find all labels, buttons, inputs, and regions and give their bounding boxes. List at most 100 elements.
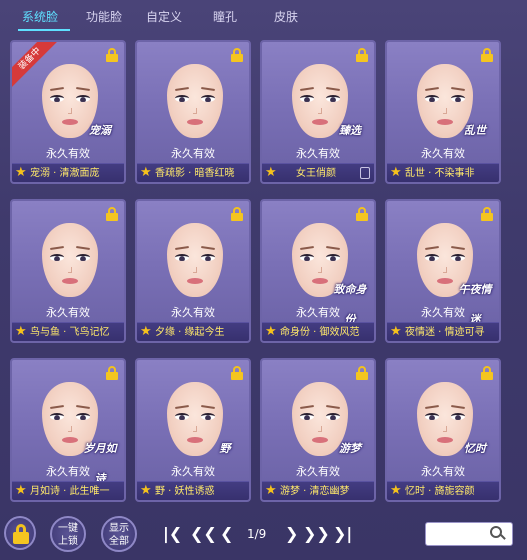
validity-label: 永久有效 [46, 465, 90, 478]
star-icon: ★ [140, 165, 152, 180]
name-bar: ★ 香疏影 · 暗香红晓 [137, 163, 249, 182]
validity-label: 永久有效 [46, 306, 90, 319]
face-card[interactable]: 午夜情迷 永久有效 ★ 夜情迷 · 情迹可寻 [385, 199, 501, 343]
face-card[interactable]: 永久有效 ★ 夕缘 · 缘起今生 [135, 199, 251, 343]
name-bar: ★ 忆时 · 旖旎容颜 [387, 481, 499, 500]
star-icon: ★ [140, 324, 152, 339]
star-icon: ★ [265, 324, 277, 339]
face-name: 女王俏颜 [296, 168, 336, 179]
star-icon: ★ [140, 483, 152, 498]
star-icon: ★ [390, 324, 402, 339]
small-lock-icon[interactable] [360, 167, 370, 179]
face-name: 夕缘 · 缘起今生 [155, 327, 225, 338]
face-card[interactable]: 忆时 永久有效 ★ 忆时 · 旖旎容颜 [385, 358, 501, 502]
one-click-lock-button[interactable]: 一键 上锁 [50, 516, 86, 552]
face-badge: 游梦 [339, 442, 361, 455]
face-badge [80, 275, 120, 305]
face-name: 月如诗 · 此生唯一 [30, 486, 110, 497]
face-badge: 野 [219, 442, 231, 455]
face-card[interactable]: 装备中 宠溺 永久有效 ★ 宠溺 · 清澈面庞 [10, 40, 126, 184]
star-icon: ★ [390, 483, 402, 498]
face-card[interactable]: 岁月如诗 永久有效 ★ 月如诗 · 此生唯一 [10, 358, 126, 502]
search-input[interactable] [425, 522, 513, 546]
star-icon: ★ [15, 165, 27, 180]
star-icon: ★ [15, 324, 27, 339]
face-badge: 午夜情迷 [458, 283, 492, 326]
star-icon: ★ [265, 165, 277, 180]
page-indicator: 1/9 [247, 527, 267, 541]
next-fast-icon[interactable]: ❯❯ [303, 525, 330, 543]
face-badge: 乱世 [464, 124, 486, 137]
face-card[interactable]: 野 永久有效 ★ 野 · 妖性诱惑 [135, 358, 251, 502]
face-name: 忆时 · 旖旎容颜 [405, 486, 475, 497]
face-name: 乱世 · 不染事非 [405, 168, 475, 179]
face-badge: 致命身份 [333, 283, 367, 326]
face-name: 游梦 · 清恋幽梦 [280, 486, 350, 497]
name-bar: ★ 乱世 · 不染事非 [387, 163, 499, 182]
face-card[interactable]: 游梦 永久有效 ★ 游梦 · 清恋幽梦 [260, 358, 376, 502]
lock-icon [106, 48, 118, 62]
name-bar: ★ 命身份 · 御效风范 [262, 322, 374, 341]
validity-label: 永久有效 [421, 147, 465, 160]
validity-label: 永久有效 [171, 147, 215, 160]
face-name: 香疏影 · 暗香红晓 [155, 168, 235, 179]
tab-system-face[interactable]: 系统脸 [22, 8, 58, 26]
face-name: 宠溺 · 清澈面庞 [30, 168, 100, 179]
name-bar: ★ 夜情迷 · 情迹可寻 [387, 322, 499, 341]
last-page-icon[interactable]: ❯| [333, 525, 352, 543]
lock-icon [231, 366, 243, 380]
name-bar: ★ 女王俏颜 [262, 163, 374, 182]
search-icon[interactable] [490, 526, 506, 542]
lock-icon [356, 207, 368, 221]
lock-icon [481, 207, 493, 221]
name-bar: ★ 月如诗 · 此生唯一 [12, 481, 124, 500]
name-bar: ★ 宠溺 · 清澈面庞 [12, 163, 124, 182]
face-card[interactable]: 致命身份 永久有效 ★ 命身份 · 御效风范 [260, 199, 376, 343]
tab-function-face[interactable]: 功能脸 [86, 8, 122, 26]
validity-label: 永久有效 [421, 306, 465, 319]
face-badge: 臻选 [339, 124, 361, 137]
lock-icon [481, 48, 493, 62]
validity-label: 永久有效 [296, 147, 340, 160]
lock-icon [106, 366, 118, 380]
lock-icon [231, 207, 243, 221]
first-page-icon[interactable]: |❮ [163, 525, 182, 543]
star-icon: ★ [265, 483, 277, 498]
lock-toggle-button[interactable] [4, 516, 36, 550]
tab-skin[interactable]: 皮肤 [274, 8, 298, 26]
tab-bar: 系统脸 功能脸 自定义 瞳孔 皮肤 [0, 0, 527, 32]
face-badge: 岁月如诗 [83, 442, 117, 485]
show-all-button[interactable]: 显示 全部 [101, 516, 137, 552]
next-page-icon[interactable]: ❯ [285, 525, 298, 543]
face-badge: 宠溺 [89, 124, 111, 137]
tab-pupil[interactable]: 瞳孔 [213, 8, 237, 26]
prev-fast-icon[interactable]: ❮❮ [190, 525, 217, 543]
name-bar: ★ 野 · 妖性诱惑 [137, 481, 249, 500]
validity-label: 永久有效 [171, 465, 215, 478]
prev-page-icon[interactable]: ❮ [220, 525, 233, 543]
face-card[interactable]: 臻选 永久有效 ★ 女王俏颜 [260, 40, 376, 184]
face-name: 夜情迷 · 情迹可寻 [405, 327, 485, 338]
lock-icon [481, 366, 493, 380]
star-icon: ★ [15, 483, 27, 498]
face-badge [205, 275, 245, 305]
face-card[interactable]: 乱世 永久有效 ★ 乱世 · 不染事非 [385, 40, 501, 184]
lock-icon [231, 48, 243, 62]
face-card[interactable]: 永久有效 ★ 鸟与鱼 · 飞鸟记忆 [10, 199, 126, 343]
face-badge [205, 116, 245, 146]
validity-label: 永久有效 [421, 465, 465, 478]
active-tab-indicator [18, 29, 70, 31]
validity-label: 永久有效 [296, 306, 340, 319]
face-name: 命身份 · 御效风范 [280, 327, 360, 338]
star-icon: ★ [390, 165, 402, 180]
face-name: 鸟与鱼 · 飞鸟记忆 [30, 327, 110, 338]
validity-label: 永久有效 [171, 306, 215, 319]
tab-custom[interactable]: 自定义 [146, 8, 182, 26]
name-bar: ★ 鸟与鱼 · 飞鸟记忆 [12, 322, 124, 341]
face-name: 野 · 妖性诱惑 [155, 486, 215, 497]
name-bar: ★ 夕缘 · 缘起今生 [137, 322, 249, 341]
face-badge: 忆时 [464, 442, 486, 455]
lock-icon [356, 366, 368, 380]
name-bar: ★ 游梦 · 清恋幽梦 [262, 481, 374, 500]
face-card[interactable]: 永久有效 ★ 香疏影 · 暗香红晓 [135, 40, 251, 184]
